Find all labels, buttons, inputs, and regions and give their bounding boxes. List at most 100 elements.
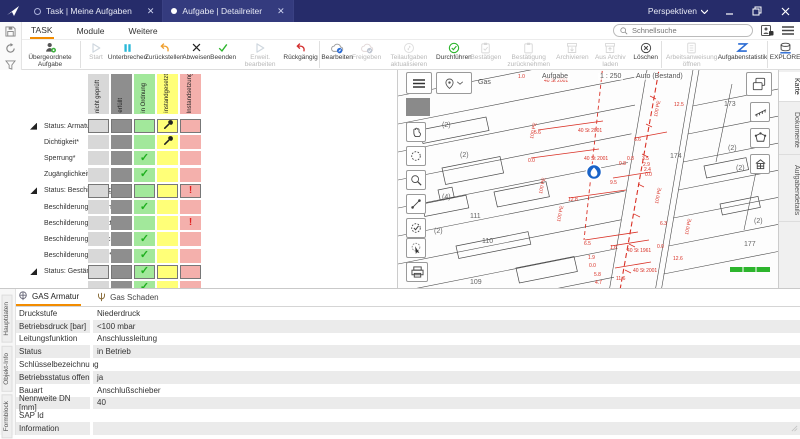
toolbar-button-uebergeordnete-aufgabe[interactable]: Übergeordnete Aufgabe [22,40,78,69]
resize-grip-icon[interactable] [791,425,798,432]
right-tab-dokumente[interactable]: Dokumente [779,106,800,155]
filter-icon[interactable] [5,60,16,70]
map-measure-tool[interactable] [406,194,426,214]
expand-triangle-icon[interactable] [30,268,37,276]
checklist-cell[interactable] [157,248,178,263]
map-lasso-tool[interactable] [406,146,426,166]
menu-weitere[interactable]: Weitere [127,24,158,38]
map-panel[interactable]: 173 174 177 111 110 109 (2) (2) (4) (2) (2) (2) (2) 1… [398,70,778,288]
checklist-cell[interactable] [88,216,109,231]
checklist-cell[interactable] [157,232,178,247]
checklist-cell[interactable] [88,280,109,288]
checklist-cell[interactable] [134,119,155,134]
checklist-cell[interactable] [180,151,201,166]
checklist-cell[interactable] [157,183,178,198]
close-tab-icon[interactable]: ✕ [267,6,285,17]
checklist-cell[interactable] [111,167,132,182]
user-card-icon[interactable] [761,25,774,36]
checklist-cell[interactable] [134,216,155,231]
map-pointer-select-tool[interactable] [406,238,426,258]
checklist-cell[interactable] [157,151,178,166]
checklist-cell[interactable] [88,151,109,166]
menu-module[interactable]: Module [76,24,106,38]
checklist-cell[interactable] [157,280,178,288]
minimize-button[interactable] [722,4,736,18]
bottom-side-tab-objekt-info[interactable]: Objekt-Info [2,345,13,392]
bottom-tab-gas-armatur[interactable]: GAS Armatur [16,289,82,306]
map-buildings-button[interactable] [750,154,770,174]
property-row[interactable]: Leitungsfunktion Anschlussleitung [16,332,800,346]
save-icon[interactable] [5,26,16,37]
bottom-side-tab-hauptdaten[interactable]: Hauptdaten [2,295,13,343]
toolbar-button-aufgabenstatistik[interactable]: Aufgabenstatistik [718,40,767,69]
property-row[interactable]: Bauart Anschlußschieber [16,383,800,397]
checklist-cell[interactable] [180,280,201,288]
checklist-cell[interactable] [157,135,178,150]
checklist-cell[interactable]: ✓ [134,248,155,263]
checklist-cell[interactable] [180,232,201,247]
map-zoom-tool[interactable] [406,170,426,190]
checklist-cell[interactable] [111,183,132,198]
checklist-cell[interactable]: ✓ [134,151,155,166]
checklist-cell[interactable] [88,264,109,279]
checklist-cell[interactable]: ✓ [134,232,155,247]
checklist-cell[interactable] [88,232,109,247]
toolbar-button-explore[interactable]: EXPLORE [770,40,800,69]
checklist-cell[interactable] [180,200,201,215]
map-select-confirm-tool[interactable] [406,218,426,238]
checklist-cell[interactable] [157,264,178,279]
window-tab-meine-aufgaben[interactable]: Task | Meine Aufgaben ✕ [26,0,164,22]
checklist-cell[interactable] [88,183,109,198]
expand-triangle-icon[interactable] [30,187,37,195]
right-tab-karte[interactable]: Karte [779,72,800,102]
right-tab-aufgabendetails[interactable]: Aufgabendetails [779,159,800,222]
checklist-cell[interactable] [180,119,201,134]
close-tab-icon[interactable]: ✕ [137,6,155,17]
checklist-cell[interactable] [111,135,132,150]
checklist-cell[interactable] [157,167,178,182]
checklist-cell[interactable]: ✓ [134,200,155,215]
checklist-cell[interactable] [88,248,109,263]
property-row[interactable]: Druckstufe Niederdruck [16,307,800,320]
map-menu-button[interactable] [406,72,432,94]
checklist-cell[interactable] [157,200,178,215]
map-scale-ratio-button[interactable] [750,102,770,122]
map-polygon-select-button[interactable] [750,128,770,148]
checklist-cell[interactable] [88,119,109,134]
refresh-icon[interactable] [5,43,16,54]
bottom-side-tab-formblock[interactable]: Formblock [2,394,13,439]
perspectives-dropdown[interactable]: Perspektiven [648,6,708,16]
checklist-cell[interactable]: ! [180,183,201,198]
checklist-cell[interactable] [134,135,155,150]
toolbar-button-rueckgaengig[interactable]: Rückgängig [283,40,318,69]
maximize-button[interactable] [750,4,764,18]
checklist-cell[interactable]: ✓ [134,167,155,182]
checklist-cell[interactable] [134,183,155,198]
toolbar-button-durchfuehren[interactable]: Durchführen [436,40,472,69]
checklist-cell[interactable] [157,216,178,231]
checklist-cell[interactable] [111,151,132,166]
map-layers-button[interactable] [746,72,772,96]
checklist-cell[interactable] [111,200,132,215]
task-marker-icon[interactable] [585,163,603,181]
checklist-cell[interactable] [111,264,132,279]
property-row[interactable]: Nennweite DN [mm] 40 [16,394,800,412]
map-print-button[interactable] [406,262,428,282]
checklist-cell[interactable]: ! [180,216,201,231]
map-pan-tool[interactable] [406,122,426,142]
toolbar-button-zurueckstellen[interactable]: Zurückstellen [145,40,184,69]
toolbar-button-beenden[interactable]: Beenden [210,40,236,69]
map-color-swatch[interactable] [406,98,430,116]
checklist-cell[interactable] [111,119,132,134]
quick-search[interactable] [613,24,753,37]
property-row[interactable]: Status in Betrieb [16,345,800,359]
bottom-tab-gas-schaden[interactable]: Gas Schaden [95,289,160,306]
checklist-cell[interactable] [180,167,201,182]
property-row[interactable]: Betriebsdruck [bar] <100 mbar [16,319,800,333]
toolbar-button-bearbeiten[interactable]: Bearbeiten [321,40,353,69]
checklist-cell[interactable] [180,135,201,150]
checklist-cell[interactable]: ✓ [134,280,155,288]
toolbar-button-loeschen[interactable]: Löschen [633,40,659,69]
map-canvas[interactable]: 173 174 177 111 110 109 (2) (2) (4) (2) (2) (2) (2) 1… [398,70,778,288]
property-row[interactable]: SAP Id [16,409,800,423]
